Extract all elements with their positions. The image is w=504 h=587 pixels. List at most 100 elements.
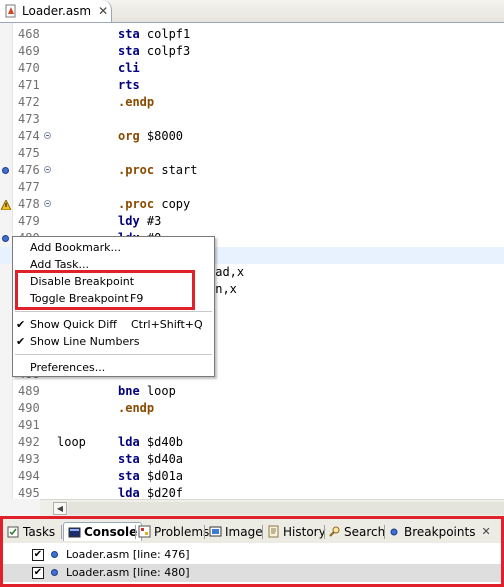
- line-number: 494: [18, 469, 40, 483]
- mnemonic: lda: [118, 435, 140, 449]
- operand: $d20f: [139, 486, 184, 499]
- tab-breakpoints[interactable]: Breakpoints ✕: [388, 522, 491, 541]
- mnemonic: sta: [118, 44, 140, 58]
- code-text: bne loop: [118, 383, 176, 400]
- code-text: sta colpf1: [118, 26, 190, 43]
- tab-tasks[interactable]: Tasks: [7, 522, 55, 541]
- line-number: 476: [18, 163, 40, 177]
- code-line[interactable]: 494 sta $d01a: [0, 468, 504, 485]
- breakpoint-enabled-checkbox[interactable]: ✔: [32, 567, 44, 579]
- line-number: 479: [18, 214, 40, 228]
- horizontal-scrollbar[interactable]: ◀: [40, 499, 504, 516]
- tab-search[interactable]: Search: [328, 522, 385, 541]
- code-line[interactable]: 472 .endp: [0, 94, 504, 111]
- code-text: ldy #3: [118, 213, 161, 230]
- line-number: 489: [18, 384, 40, 398]
- code-line[interactable]: 471 rts: [0, 77, 504, 94]
- code-line[interactable]: 470 cli: [0, 60, 504, 77]
- breakpoint-row[interactable]: ✔ Loader.asm [line: 476]: [3, 546, 501, 564]
- code-text: lda $d20f: [118, 485, 183, 499]
- code-line[interactable]: 479 ldy #3: [0, 213, 504, 230]
- breakpoint-marker-icon[interactable]: [2, 235, 9, 242]
- code-line[interactable]: 492 loop lda $d40b: [0, 434, 504, 451]
- breakpoint-row[interactable]: ✔ Loader.asm [line: 480]: [3, 564, 501, 582]
- fold-collapse-icon[interactable]: [44, 132, 51, 139]
- fold-collapse-icon[interactable]: [44, 166, 51, 173]
- mnemonic: ldy: [118, 214, 140, 228]
- view-tab-strip: Tasks Console Problems Image History Sea…: [3, 519, 501, 543]
- code-text: .proc start: [118, 162, 197, 179]
- menu-item-label: Show Quick Diff: [30, 318, 117, 331]
- search-icon: [328, 525, 341, 538]
- code-line[interactable]: 474 org $8000: [0, 128, 504, 145]
- checkmark-icon: ✔: [16, 335, 26, 348]
- menu-item-add-bookmark[interactable]: Add Bookmark...: [13, 239, 214, 256]
- menu-item-label: Preferences...: [30, 361, 106, 374]
- code-line[interactable]: 489 bne loop: [0, 383, 504, 400]
- console-icon: [68, 526, 81, 539]
- code-line[interactable]: 473: [0, 111, 504, 128]
- mnemonic: cli: [118, 61, 140, 75]
- line-number: 490: [18, 401, 40, 415]
- line-number: 474: [18, 129, 40, 143]
- scroll-left-arrow-icon[interactable]: ◀: [53, 502, 67, 515]
- menu-item-preferences[interactable]: Preferences...: [13, 359, 214, 376]
- editor-tab-title: Loader.asm: [22, 4, 92, 18]
- operand: loop: [139, 384, 176, 398]
- menu-item-show-quick-diff[interactable]: ✔ Show Quick Diff Ctrl+Shift+Q: [13, 316, 214, 333]
- operand: colpf3: [139, 44, 191, 58]
- code-text: sta colpf3: [118, 43, 190, 60]
- editor-tab-loader-asm[interactable]: Loader.asm ✕: [0, 0, 112, 22]
- breakpoints-list: ✔ Loader.asm [line: 476] ✔ Loader.asm [l…: [3, 543, 501, 584]
- code-line[interactable]: 475: [0, 145, 504, 162]
- operand: $d01a: [139, 469, 184, 483]
- menu-item-show-line-numbers[interactable]: ✔ Show Line Numbers: [13, 333, 214, 350]
- code-line[interactable]: 468 sta colpf1: [0, 26, 504, 43]
- operand: copy: [154, 197, 191, 211]
- code-text: sta $d40a: [118, 451, 183, 468]
- mnemonic: sta: [118, 452, 140, 466]
- fold-collapse-icon[interactable]: [44, 200, 51, 207]
- breakpoint-items-highlight-box: [15, 270, 195, 310]
- code-line[interactable]: 495 lda $d20f: [0, 485, 504, 499]
- line-number: 470: [18, 61, 40, 75]
- line-number: 472: [18, 95, 40, 109]
- tab-console[interactable]: Console: [63, 522, 143, 541]
- mnemonic: bne: [118, 384, 140, 398]
- code-line[interactable]: 476 .proc start: [0, 162, 504, 179]
- tab-divider: [135, 525, 136, 539]
- line-number: 478: [18, 197, 40, 211]
- code-line[interactable]: 490 .endp: [0, 400, 504, 417]
- code-text: org $8000: [118, 128, 183, 145]
- menu-item-shortcut: Ctrl+Shift+Q: [131, 318, 203, 331]
- breakpoint-marker-icon[interactable]: [2, 167, 9, 174]
- operand: $d40b: [139, 435, 184, 449]
- problems-icon: [138, 525, 151, 538]
- menu-separator: [15, 311, 212, 312]
- asm-file-icon: [4, 4, 18, 18]
- mnemonic: rts: [118, 78, 140, 92]
- tab-problems[interactable]: Problems: [138, 522, 209, 541]
- tab-history[interactable]: History: [267, 522, 326, 541]
- tab-image[interactable]: Image: [209, 522, 263, 541]
- mnemonic: lda: [118, 486, 140, 499]
- breakpoint-enabled-checkbox[interactable]: ✔: [32, 549, 44, 561]
- warning-icon[interactable]: [0, 198, 12, 211]
- line-number: 471: [18, 78, 40, 92]
- code-line[interactable]: 477: [0, 179, 504, 196]
- code-text: .endp: [118, 94, 154, 111]
- code-line[interactable]: 491: [0, 417, 504, 434]
- tab-divider: [324, 525, 325, 539]
- code-line[interactable]: 493 sta $d40a: [0, 451, 504, 468]
- code-line[interactable]: 478 .proc copy: [0, 196, 504, 213]
- close-tab-icon[interactable]: ✕: [98, 4, 108, 18]
- line-number: 491: [18, 418, 40, 432]
- directive: .endp: [118, 401, 155, 415]
- editor-tab-strip: Loader.asm ✕: [0, 0, 504, 23]
- tab-label: Console: [84, 525, 138, 539]
- line-number: 475: [18, 146, 40, 160]
- close-view-icon[interactable]: ✕: [481, 525, 490, 538]
- code-label: loop: [57, 435, 86, 449]
- code-line[interactable]: 469 sta colpf3: [0, 43, 504, 60]
- scrollbar-thumb[interactable]: [68, 502, 504, 515]
